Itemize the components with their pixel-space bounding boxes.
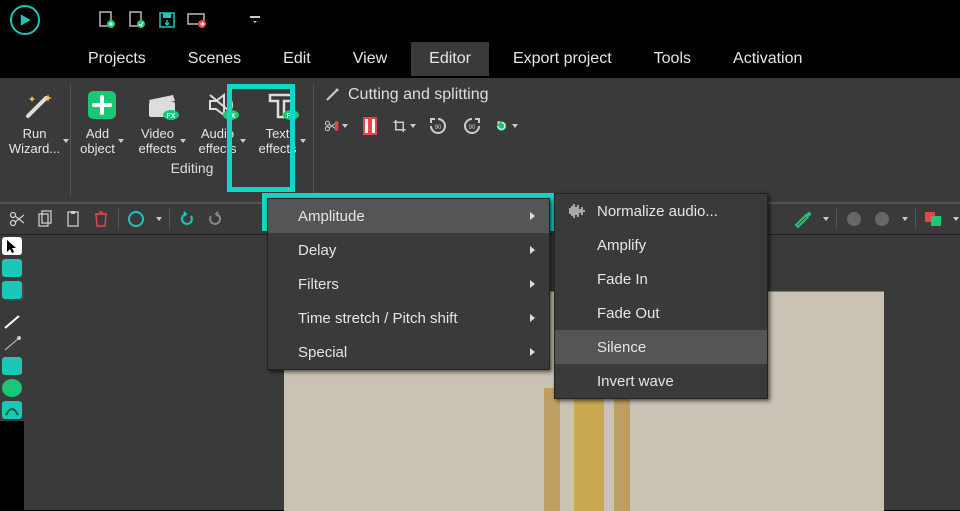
svg-text:90: 90 (469, 125, 476, 131)
speaker-fx-icon: FX (204, 86, 240, 124)
clapperboard-fx-icon: FX (144, 86, 180, 124)
qa-export-video-icon[interactable] (186, 9, 208, 31)
menu-tools[interactable]: Tools (636, 42, 709, 76)
app-logo (10, 5, 40, 35)
split-tool-button[interactable] (324, 114, 348, 138)
pen-tool[interactable] (2, 335, 22, 353)
ribbon-label: Audio effects (198, 126, 236, 156)
menu-special[interactable]: Special (268, 335, 549, 369)
tool-rect2[interactable] (2, 281, 22, 299)
side-toolbox (0, 235, 24, 421)
tool-circle[interactable] (2, 379, 22, 397)
qa-save-icon[interactable] (156, 9, 178, 31)
menu-view[interactable]: View (335, 42, 405, 76)
ribbon-label: Text effects (258, 126, 296, 156)
submenu-arrow-icon (530, 280, 535, 288)
layers-button[interactable] (922, 208, 944, 230)
align-dropdown[interactable] (899, 208, 909, 230)
tool-rect1[interactable] (2, 259, 22, 277)
rotate-cw-button[interactable]: 90 (460, 114, 484, 138)
crop-tool-button[interactable] (392, 114, 416, 138)
svg-text:FX: FX (167, 113, 176, 120)
rotate-options-button[interactable] (494, 114, 518, 138)
qa-new-doc-icon[interactable] (96, 9, 118, 31)
menu-edit[interactable]: Edit (265, 42, 329, 76)
text-effects-button[interactable]: FX Text effects (253, 84, 311, 158)
menu-scenes[interactable]: Scenes (170, 42, 259, 76)
ribbon-label: Run Wizard... (9, 126, 60, 156)
menu-filters[interactable]: Filters (268, 267, 549, 301)
marker-tool-button[interactable] (358, 114, 382, 138)
audio-effects-button[interactable]: FX Audio effects (193, 84, 251, 158)
ribbon-group-label: Editing (171, 160, 214, 176)
ribbon: Run Wizard... Add object FX Video effect… (0, 78, 960, 203)
amplitude-submenu: Normalize audio... Amplify Fade In Fade … (554, 193, 768, 399)
video-effects-button[interactable]: FX Video effects (133, 84, 191, 158)
submenu-arrow-icon (530, 348, 535, 356)
align2-button[interactable] (871, 208, 893, 230)
submenu-arrow-icon (530, 212, 535, 220)
line-tool[interactable] (2, 313, 22, 331)
paste-button[interactable] (62, 208, 84, 230)
tool-fillrect[interactable] (2, 357, 22, 375)
menu-delay[interactable]: Delay (268, 233, 549, 267)
menu-time-stretch[interactable]: Time stretch / Pitch shift (268, 301, 549, 335)
menu-export-project[interactable]: Export project (495, 42, 630, 76)
menu-projects[interactable]: Projects (70, 42, 164, 76)
audio-effects-menu: Amplitude Delay Filters Time stretch / P… (267, 198, 550, 370)
text-fx-icon: FX (264, 86, 300, 124)
redo-button[interactable] (204, 208, 226, 230)
wand-small-icon (324, 87, 340, 103)
undo-button[interactable] (176, 208, 198, 230)
submenu-arrow-icon (530, 246, 535, 254)
shape-circle-button[interactable] (125, 208, 147, 230)
run-wizard-button[interactable]: Run Wizard... (10, 84, 68, 158)
qa-customize-icon[interactable] (244, 9, 266, 31)
menu-bar: Projects Scenes Edit View Editor Export … (0, 40, 960, 78)
cut-button[interactable] (6, 208, 28, 230)
copy-button[interactable] (34, 208, 56, 230)
magic-wand-icon (22, 86, 56, 124)
menu-normalize-audio[interactable]: Normalize audio... (555, 194, 767, 228)
layers-dropdown[interactable] (950, 208, 960, 230)
menu-fade-in[interactable]: Fade In (555, 262, 767, 296)
svg-text:FX: FX (287, 113, 296, 120)
add-object-button[interactable]: Add object (73, 84, 131, 158)
waveform-icon (561, 194, 591, 228)
submenu-arrow-icon (530, 314, 535, 322)
menu-amplitude[interactable]: Amplitude (268, 199, 549, 233)
menu-silence[interactable]: Silence (555, 330, 767, 364)
qa-open-doc-icon[interactable] (126, 9, 148, 31)
menu-fade-out[interactable]: Fade Out (555, 296, 767, 330)
colorpicker-dropdown[interactable] (820, 208, 830, 230)
svg-text:FX: FX (227, 113, 236, 120)
delete-button[interactable] (90, 208, 112, 230)
rotate-ccw-button[interactable]: 90 (426, 114, 450, 138)
cutting-splitting-label: Cutting and splitting (324, 86, 518, 104)
menu-editor[interactable]: Editor (411, 42, 489, 76)
svg-text:90: 90 (435, 125, 442, 131)
menu-activation[interactable]: Activation (715, 42, 820, 76)
ribbon-label: Video effects (138, 126, 176, 156)
tool-brush[interactable] (2, 401, 22, 419)
pointer-tool[interactable] (2, 237, 22, 255)
ribbon-label: Add object (80, 126, 115, 156)
add-icon (84, 86, 120, 124)
align1-button[interactable] (843, 208, 865, 230)
color-picker-button[interactable] (792, 208, 814, 230)
menu-invert-wave[interactable]: Invert wave (555, 364, 767, 398)
shape-dropdown[interactable] (153, 208, 163, 230)
title-bar (0, 0, 960, 40)
menu-amplify[interactable]: Amplify (555, 228, 767, 262)
